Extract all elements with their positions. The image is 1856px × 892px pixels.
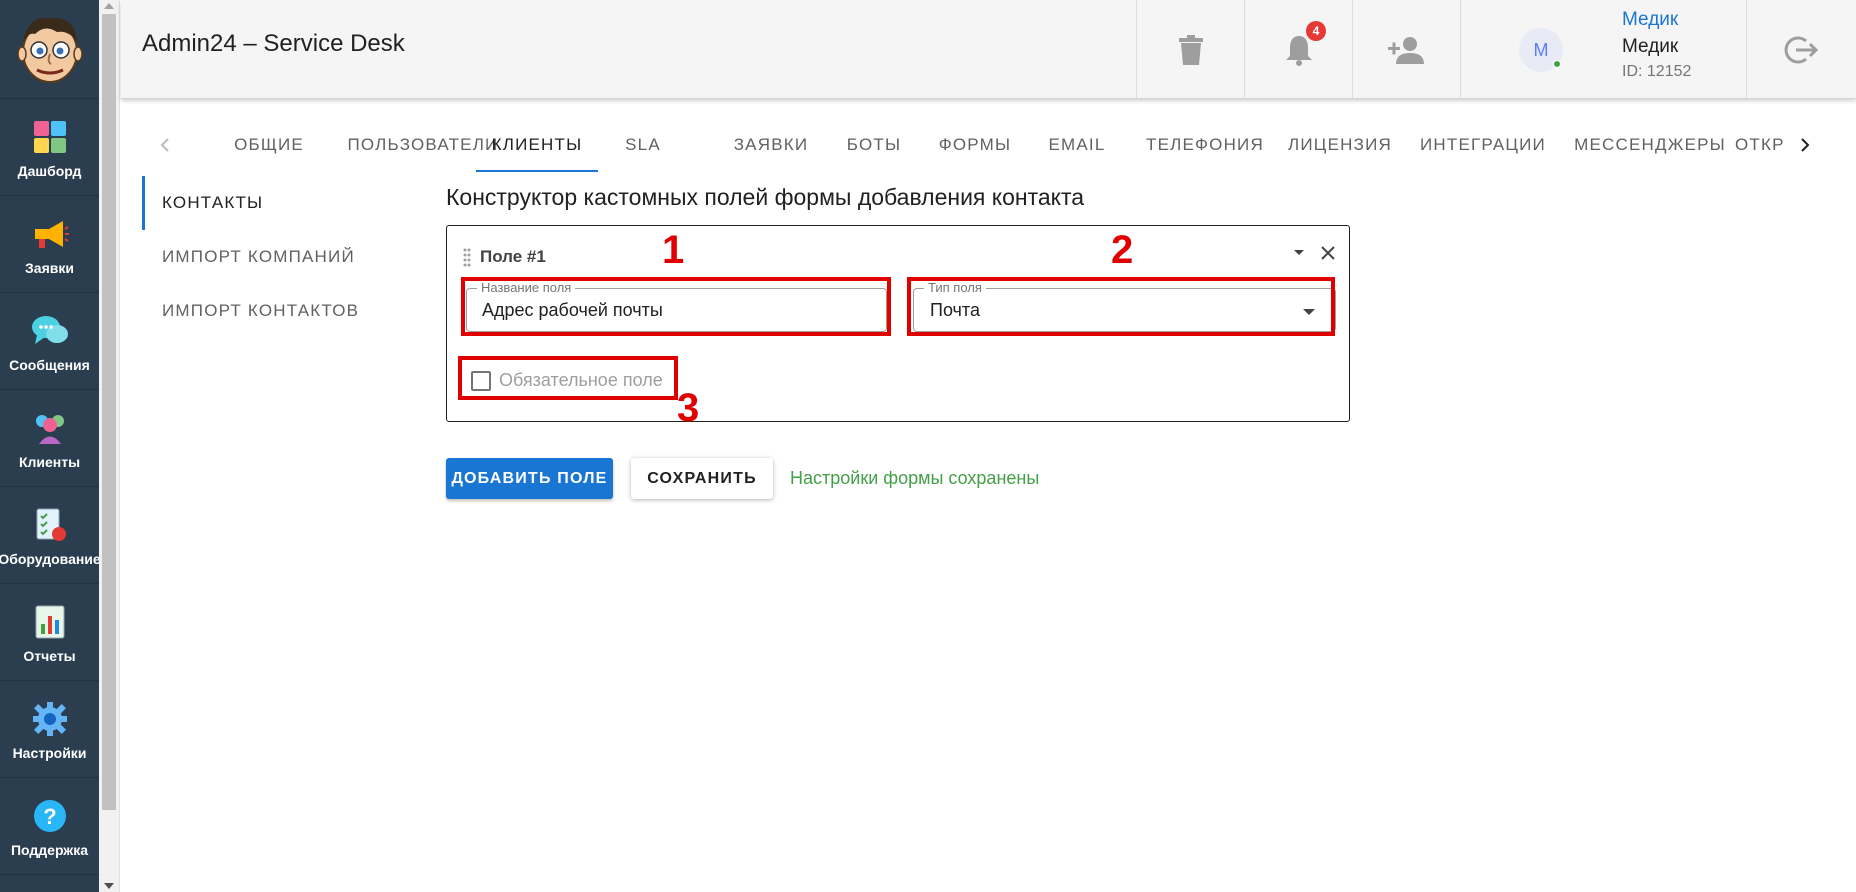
user-profile-link[interactable]: Медик bbox=[1622, 9, 1678, 31]
sidebar-item-clients[interactable]: Клиенты bbox=[0, 391, 99, 487]
tab-license[interactable]: ЛИЦЕНЗИЯ bbox=[1270, 118, 1410, 172]
sidebar-item-label: Отчеты bbox=[23, 647, 76, 664]
sidebar-item-label: Оборудование bbox=[0, 550, 101, 567]
add-user-icon bbox=[1387, 36, 1424, 64]
notification-badge: 4 bbox=[1306, 21, 1326, 41]
reports-chart-icon bbox=[30, 602, 70, 642]
avatar[interactable]: М bbox=[1519, 28, 1563, 72]
sidebar-item-reports[interactable]: Отчеты bbox=[0, 585, 99, 681]
sidebar-item-dashboard[interactable]: Дашборд bbox=[0, 100, 99, 196]
subnav-contacts[interactable]: КОНТАКТЫ bbox=[142, 176, 382, 230]
tab-clients[interactable]: КЛИЕНТЫ bbox=[476, 118, 598, 172]
annotation-number-1: 1 bbox=[662, 228, 685, 272]
help-question-icon: ? bbox=[30, 796, 70, 836]
subnav-import-contacts[interactable]: ИМПОРТ КОНТАКТОВ bbox=[142, 284, 382, 338]
sidebar-item-settings[interactable]: Настройки bbox=[0, 682, 99, 778]
tab-messengers[interactable]: МЕССЕНДЖЕРЫ bbox=[1555, 118, 1745, 172]
logout-icon bbox=[1784, 36, 1818, 63]
sidebar-scrollbar[interactable] bbox=[99, 0, 120, 892]
scroll-up-arrow-icon[interactable] bbox=[104, 3, 114, 9]
annotation-box-1 bbox=[461, 277, 891, 336]
tab-sla[interactable]: SLA bbox=[603, 118, 683, 172]
save-button[interactable]: СОХРАНИТЬ bbox=[631, 458, 773, 499]
user-id: ID: 12152 bbox=[1622, 63, 1692, 80]
subnav-import-companies[interactable]: ИМПОРТ КОМПАНИЙ bbox=[142, 230, 382, 284]
sidebar-item-support[interactable]: ? Поддержка bbox=[0, 779, 99, 875]
sidebar-item-label: Поддержка bbox=[10, 841, 89, 858]
annotation-number-3: 3 bbox=[677, 386, 700, 430]
sidebar-item-equipment[interactable]: Оборудование bbox=[0, 488, 101, 584]
user-name: Медик bbox=[1622, 36, 1679, 57]
field-card-title: Поле #1 bbox=[480, 247, 546, 266]
tabs-scroll-right-button[interactable] bbox=[1785, 118, 1825, 172]
sidebar: Дашборд Заявки Сообщения Клиенты Оборудо… bbox=[0, 0, 101, 892]
tab-email[interactable]: EMAIL bbox=[1027, 118, 1127, 172]
sidebar-item-label: Настройки bbox=[12, 744, 87, 761]
tab-bots[interactable]: БОТЫ bbox=[824, 118, 924, 172]
sidebar-item-messages[interactable]: Сообщения bbox=[0, 294, 99, 390]
settings-tabs: ОБЩИЕ ПОЛЬЗОВАТЕЛИ КЛИЕНТЫ SLA ЗАЯВКИ БО… bbox=[145, 118, 1825, 172]
chevron-down-icon[interactable] bbox=[1294, 250, 1304, 255]
avatar-letter: М bbox=[1533, 39, 1549, 60]
megaphone-icon bbox=[30, 214, 70, 254]
annotation-box-2 bbox=[907, 277, 1335, 336]
scrollbar-thumb[interactable] bbox=[102, 14, 116, 810]
add-user-button[interactable] bbox=[1352, 0, 1460, 99]
sidebar-item-requests[interactable]: Заявки bbox=[0, 197, 99, 293]
add-field-button[interactable]: ДОБАВИТЬ ПОЛЕ bbox=[446, 458, 613, 499]
sidebar-item-label: Клиенты bbox=[18, 453, 81, 470]
tab-integrations[interactable]: ИНТЕГРАЦИИ bbox=[1400, 118, 1566, 172]
online-status-dot bbox=[1553, 60, 1561, 68]
top-header: Admin24 – Service Desk 4 М Медик Медик I… bbox=[121, 0, 1856, 99]
app-logo[interactable] bbox=[0, 0, 99, 99]
user-profile[interactable]: М Медик Медик ID: 12152 bbox=[1460, 0, 1746, 99]
close-icon[interactable] bbox=[1319, 244, 1337, 262]
save-status-message: Настройки формы сохранены bbox=[790, 468, 1040, 488]
drag-handle-icon[interactable] bbox=[462, 247, 472, 267]
chevron-left-icon bbox=[160, 138, 169, 152]
dashboard-icon bbox=[30, 117, 70, 157]
tab-general[interactable]: ОБЩИЕ bbox=[205, 118, 333, 172]
tab-forms[interactable]: ФОРМЫ bbox=[919, 118, 1031, 172]
sidebar-item-label: Заявки bbox=[25, 259, 74, 276]
tab-requests[interactable]: ЗАЯВКИ bbox=[708, 118, 834, 172]
gear-icon bbox=[30, 699, 70, 739]
sidebar-item-label: Сообщения bbox=[9, 356, 90, 373]
equipment-checklist-icon bbox=[30, 505, 70, 545]
annotation-number-2: 2 bbox=[1111, 228, 1134, 272]
trash-button[interactable] bbox=[1136, 0, 1244, 99]
chat-bubbles-icon bbox=[30, 311, 70, 351]
sidebar-item-label: Дашборд bbox=[17, 162, 82, 179]
tabs-scroll-left-button[interactable] bbox=[145, 118, 185, 172]
notifications-button[interactable]: 4 bbox=[1244, 0, 1352, 99]
clients-icon bbox=[30, 408, 70, 448]
logout-button[interactable] bbox=[1746, 0, 1854, 99]
svg-text:?: ? bbox=[43, 804, 56, 829]
chevron-right-icon bbox=[1801, 138, 1810, 152]
scroll-down-arrow-icon[interactable] bbox=[104, 883, 114, 889]
tab-open-truncated[interactable]: ОТКР bbox=[1735, 118, 1783, 172]
tab-telephony[interactable]: ТЕЛЕФОНИЯ bbox=[1125, 118, 1285, 172]
trash-icon bbox=[1178, 34, 1203, 65]
app-title: Admin24 – Service Desk bbox=[142, 30, 405, 57]
cartoon-face-logo-icon bbox=[16, 17, 83, 83]
page-title: Конструктор кастомных полей формы добавл… bbox=[446, 184, 1085, 210]
annotation-box-3 bbox=[458, 356, 678, 400]
